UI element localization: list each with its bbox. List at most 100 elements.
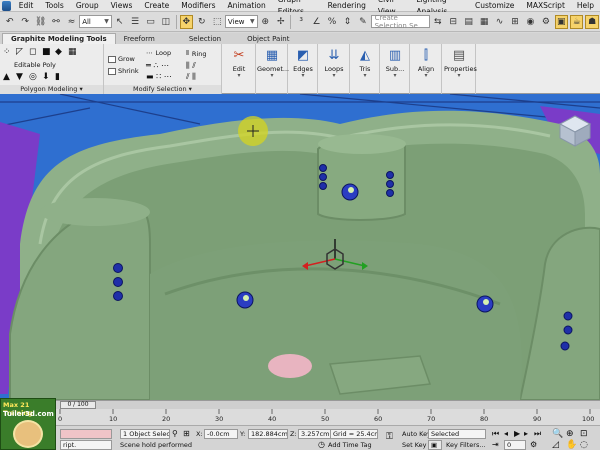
menu-group[interactable]: Group xyxy=(70,0,105,12)
rendered-frame-icon[interactable]: ▣ xyxy=(554,14,569,29)
select-by-name-icon[interactable]: ☰ xyxy=(128,15,141,29)
absolute-transform-icon[interactable]: ⊞ xyxy=(183,429,190,439)
field-of-view-icon[interactable]: ◿ xyxy=(552,440,559,450)
ring-options-icon[interactable]: ⫼ ⫽ xyxy=(186,61,196,71)
menu-animation[interactable]: Animation xyxy=(222,0,272,12)
tris-button[interactable]: ◭ Tris ▾ xyxy=(350,46,380,84)
render-production-icon[interactable]: ☕ xyxy=(570,14,584,29)
selection-filter-dropdown[interactable]: All ▼ xyxy=(79,15,112,28)
tab-selection[interactable]: Selection xyxy=(181,34,229,44)
time-config-icon[interactable]: ⚙ xyxy=(530,440,537,450)
app-logo-icon[interactable] xyxy=(2,0,11,11)
pivot-center-icon[interactable]: ⊕ xyxy=(259,15,272,29)
render-iterative-icon[interactable]: ☗ xyxy=(585,14,599,29)
graphite-toggle-icon[interactable]: ▦ xyxy=(477,15,490,29)
edit-button[interactable]: ✂ Edit ▾ xyxy=(224,46,254,84)
tab-graphite-modeling-tools[interactable]: Graphite Modeling Tools xyxy=(2,33,116,44)
tab-object-paint[interactable]: Object Paint xyxy=(239,34,297,44)
loop-shift-icon[interactable]: ▬ ∷ ⋯ xyxy=(146,72,172,81)
align-icon[interactable]: ⊟ xyxy=(447,15,460,29)
zoom-icon[interactable]: 🔍 xyxy=(552,429,563,439)
select-object-icon[interactable]: ↖ xyxy=(113,15,126,29)
properties-button[interactable]: ▤ Properties ▾ xyxy=(444,46,477,84)
rect-selection-icon[interactable]: ▭ xyxy=(144,15,157,29)
percent-snap-icon[interactable]: % xyxy=(325,15,338,29)
schematic-view-icon[interactable]: ⊞ xyxy=(508,15,521,29)
menu-create[interactable]: Create xyxy=(138,0,175,12)
border-mode-icon[interactable]: ◻ xyxy=(29,47,36,57)
named-selection-sets-input[interactable]: Create Selection Se xyxy=(370,14,431,30)
z-coordinate-field[interactable]: 3.257cm xyxy=(298,429,332,439)
polygon-mode-icon[interactable]: ■ xyxy=(42,47,51,57)
loops-button[interactable]: ⇊ Loops ▾ xyxy=(319,46,349,84)
spinner-snap-icon[interactable]: ⇕ xyxy=(341,15,354,29)
align-button[interactable]: ⫿ Align ▾ xyxy=(411,46,441,84)
redo-icon[interactable]: ↷ xyxy=(18,15,31,29)
selection-lock-icon[interactable]: ⚲ xyxy=(172,429,178,439)
select-and-move-icon[interactable]: ✥ xyxy=(179,14,194,29)
angle-snap-icon[interactable]: ∠ xyxy=(310,15,323,29)
edges-button[interactable]: ◩ Edges ▾ xyxy=(288,46,318,84)
window-crossing-icon[interactable]: ◫ xyxy=(159,15,172,29)
undo-icon[interactable]: ↶ xyxy=(3,15,16,29)
zoom-extents-icon[interactable]: ⊡ xyxy=(580,429,588,439)
edit-named-selection-icon[interactable]: ✎ xyxy=(356,15,369,29)
bind-space-warp-icon[interactable]: ≈ xyxy=(65,15,78,29)
next-frame-icon[interactable]: ▸ xyxy=(524,429,528,439)
maxscript-listener[interactable] xyxy=(60,429,112,439)
menu-modifiers[interactable]: Modifiers xyxy=(175,0,221,12)
shrink-button[interactable]: Shrink xyxy=(108,67,139,75)
subdivision-button[interactable]: ▥ Sub... ▾ xyxy=(380,46,410,84)
time-slider[interactable]: 0 / 100 xyxy=(60,401,96,409)
set-key-button[interactable]: Set Key xyxy=(402,440,427,450)
modify-mode-icon[interactable]: ▦ xyxy=(68,47,77,57)
filter-toggle-icon[interactable]: ▣ xyxy=(428,440,442,450)
edge-mode-icon[interactable]: ◸ xyxy=(16,47,23,57)
render-setup-icon[interactable]: ⚙ xyxy=(539,15,552,29)
key-filters-button[interactable]: Key Filters... xyxy=(446,440,486,450)
menu-tools[interactable]: Tools xyxy=(39,0,69,12)
menu-edit[interactable]: Edit xyxy=(13,0,40,12)
perspective-viewport[interactable] xyxy=(0,94,600,400)
menu-help[interactable]: Help xyxy=(571,0,600,12)
ring-shift-icon[interactable]: ⫽ ⫼ xyxy=(186,72,196,82)
menu-rendering[interactable]: Rendering xyxy=(322,0,372,12)
x-coordinate-field[interactable]: -0.0cm xyxy=(204,429,238,439)
select-and-scale-icon[interactable]: ⬚ xyxy=(210,15,223,29)
mirror-icon[interactable]: ⇆ xyxy=(431,15,444,29)
zoom-all-icon[interactable]: ⊕ xyxy=(566,429,574,439)
link-icon[interactable]: ⛓ xyxy=(34,15,47,29)
show-end-result-icon[interactable]: ▮ xyxy=(55,72,60,82)
snaps-toggle-icon[interactable]: ³ xyxy=(294,15,307,29)
y-coordinate-field[interactable]: 182.884cm xyxy=(248,429,288,439)
collapse-stack-icon[interactable]: ⬇ xyxy=(42,72,50,82)
key-icon[interactable]: ⚿ xyxy=(386,432,393,442)
geometry-button[interactable]: ▦ Geomet... ▾ xyxy=(257,46,289,84)
track-bar[interactable]: 0 10 20 30 40 50 60 70 80 90 100 xyxy=(0,409,600,426)
maxscript-output[interactable]: ript. xyxy=(60,440,112,450)
play-icon[interactable]: ▶ xyxy=(514,429,520,439)
auto-key-selection-dropdown[interactable]: Selected xyxy=(428,429,486,439)
go-to-end-icon[interactable]: ⏭ xyxy=(534,429,541,439)
stack-down-icon[interactable]: ▼ xyxy=(16,72,23,82)
previous-frame-icon[interactable]: ◂ xyxy=(504,429,508,439)
polygon-modeling-label[interactable]: Polygon Modeling ▾ xyxy=(0,85,103,94)
loop-button[interactable]: ⋯ Loop xyxy=(146,49,171,57)
menu-customize[interactable]: Customize xyxy=(469,0,520,12)
manipulate-icon[interactable]: ✢ xyxy=(274,15,287,29)
material-editor-icon[interactable]: ◉ xyxy=(524,15,537,29)
loop-options-icon[interactable]: ═ ∴ ⋯ xyxy=(146,61,169,70)
element-mode-icon[interactable]: ◆ xyxy=(55,47,62,57)
layer-manager-icon[interactable]: ▤ xyxy=(462,15,475,29)
orbit-icon[interactable]: ◌ xyxy=(580,440,588,450)
use-soft-selection-icon[interactable]: ◎ xyxy=(29,72,37,82)
select-and-rotate-icon[interactable]: ↻ xyxy=(195,15,208,29)
curve-editor-icon[interactable]: ∿ xyxy=(493,15,506,29)
ring-button[interactable]: ⦀ Ring xyxy=(186,49,206,58)
stack-up-icon[interactable]: ▲ xyxy=(3,72,10,82)
unlink-icon[interactable]: ⚯ xyxy=(49,15,62,29)
go-to-start-icon[interactable]: ⏮ xyxy=(492,429,499,439)
menu-maxscript[interactable]: MAXScript xyxy=(520,0,571,12)
current-frame-field[interactable]: 0 xyxy=(504,440,526,450)
editable-poly-label[interactable]: Editable Poly xyxy=(14,61,56,69)
